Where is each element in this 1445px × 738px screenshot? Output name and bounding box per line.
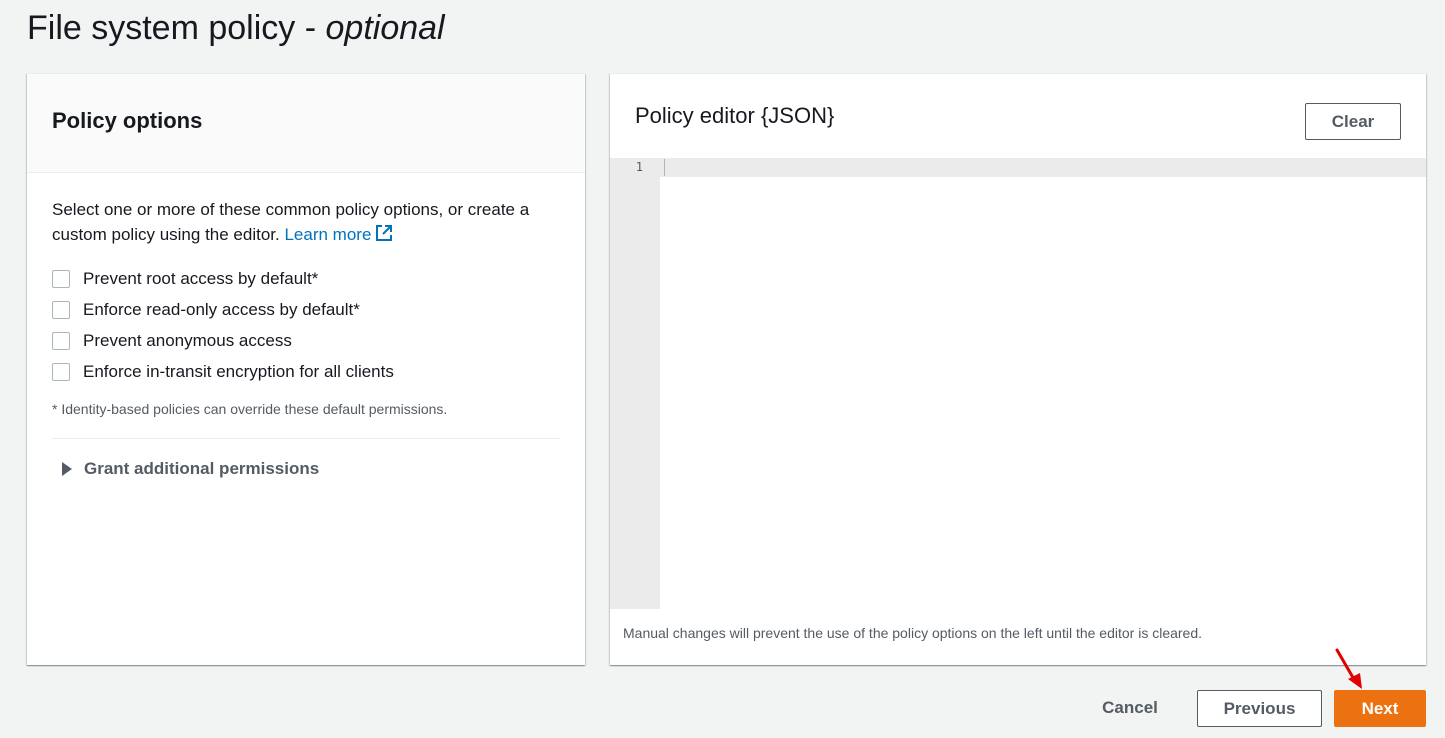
json-code-editor[interactable]: 1: [610, 158, 1426, 609]
option-enforce-in-transit-encryption[interactable]: Enforce in-transit encryption for all cl…: [52, 356, 560, 387]
page-title-optional: optional: [325, 9, 445, 47]
policy-options-panel: Policy options Select one or more of the…: [27, 73, 585, 665]
policy-editor-panel: Policy editor {JSON} Clear 1 Manual chan…: [610, 73, 1426, 665]
option-prevent-root-access[interactable]: Prevent root access by default*: [52, 263, 560, 294]
option-label: Enforce read-only access by default*: [83, 299, 360, 319]
caret-right-icon: [62, 462, 72, 476]
policy-editor-heading: Policy editor {JSON}: [635, 103, 835, 128]
option-label: Enforce in-transit encryption for all cl…: [83, 361, 394, 381]
editor-gutter: 1: [610, 158, 660, 609]
text-cursor: [664, 159, 665, 176]
clear-button[interactable]: Clear: [1305, 103, 1401, 140]
red-arrow-annotation-icon: [1335, 648, 1362, 689]
option-label: Prevent root access by default*: [83, 268, 319, 288]
external-link-icon: [376, 225, 393, 241]
learn-more-label: Learn more: [284, 225, 372, 244]
page-title-main: File system policy -: [27, 9, 326, 47]
checkbox[interactable]: [52, 362, 70, 381]
line-number: 1: [635, 160, 643, 174]
policy-options-header: Policy options: [27, 74, 585, 173]
expander-label: Grant additional permissions: [84, 459, 320, 478]
previous-button[interactable]: Previous: [1197, 690, 1322, 727]
learn-more-link[interactable]: Learn more: [284, 225, 393, 244]
policy-options-heading: Policy options: [52, 108, 203, 133]
divider: [52, 438, 560, 439]
active-line-highlight: [660, 158, 1426, 177]
page-title: File system policy - optional: [27, 6, 445, 50]
next-button[interactable]: Next: [1334, 690, 1426, 727]
checkbox[interactable]: [52, 269, 70, 288]
option-enforce-read-only[interactable]: Enforce read-only access by default*: [52, 294, 560, 325]
option-prevent-anonymous-access[interactable]: Prevent anonymous access: [52, 325, 560, 356]
policy-options-description: Select one or more of these common polic…: [52, 197, 560, 247]
policy-options-body: Select one or more of these common polic…: [27, 173, 585, 479]
grant-additional-permissions-expander[interactable]: Grant additional permissions: [52, 459, 560, 479]
editor-note: Manual changes will prevent the use of t…: [623, 625, 1203, 641]
cancel-button[interactable]: Cancel: [1086, 690, 1174, 726]
permissions-footnote: * Identity-based policies can override t…: [52, 401, 448, 417]
checkbox[interactable]: [52, 300, 70, 319]
option-label: Prevent anonymous access: [83, 330, 292, 350]
checkbox[interactable]: [52, 331, 70, 350]
